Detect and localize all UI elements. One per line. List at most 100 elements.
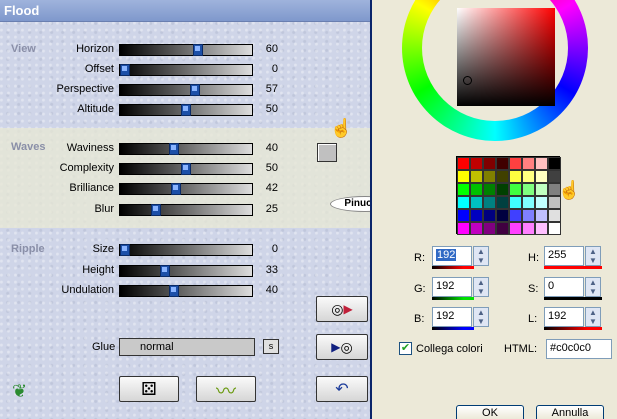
- slider-label-undulation: Undulation: [61, 284, 114, 296]
- b-spinner[interactable]: ▲ ▼: [473, 307, 489, 327]
- slider-thumb-offset[interactable]: [120, 64, 130, 76]
- r-input[interactable]: 192: [432, 246, 472, 266]
- r-spinner[interactable]: ▲ ▼: [473, 246, 489, 266]
- slider-thumb-complexity[interactable]: [181, 163, 191, 175]
- r-label: R:: [414, 252, 425, 264]
- slider-thumb-size[interactable]: [120, 244, 130, 256]
- random-dice-button[interactable]: ⚄: [119, 376, 179, 402]
- slider-track-offset[interactable]: [119, 64, 253, 76]
- palette-swatch[interactable]: [457, 209, 470, 222]
- slider-thumb-waviness[interactable]: [169, 143, 179, 155]
- g-input[interactable]: 192: [432, 277, 472, 297]
- r-value: 192: [436, 249, 457, 261]
- palette-swatch[interactable]: [496, 170, 509, 183]
- slider-track-blur[interactable]: [119, 204, 253, 216]
- color-selector-ring[interactable]: [463, 76, 472, 85]
- palette-swatch[interactable]: [483, 183, 496, 196]
- s-bar: [544, 297, 602, 300]
- slider-track-height[interactable]: [119, 265, 253, 277]
- saturation-lightness-square[interactable]: [457, 8, 555, 106]
- palette-swatch[interactable]: [470, 170, 483, 183]
- palette-swatch[interactable]: [535, 157, 548, 170]
- palette-swatch[interactable]: [457, 170, 470, 183]
- palette-swatch[interactable]: [509, 170, 522, 183]
- palette-swatch[interactable]: [470, 209, 483, 222]
- palette-swatch[interactable]: [522, 183, 535, 196]
- flood-color-swatch[interactable]: [317, 143, 337, 162]
- g-spinner[interactable]: ▲ ▼: [473, 277, 489, 297]
- palette-swatch[interactable]: [496, 196, 509, 209]
- h-spinner[interactable]: ▲ ▼: [585, 246, 601, 266]
- play-back-button[interactable]: ▶ ◎: [316, 334, 368, 360]
- palette-swatch[interactable]: [509, 183, 522, 196]
- slider-thumb-horizon[interactable]: [193, 44, 203, 56]
- slider-track-altitude[interactable]: [119, 104, 253, 116]
- slider-row-brilliance: Brilliance 42: [0, 181, 300, 197]
- palette-swatch[interactable]: [470, 222, 483, 235]
- slider-thumb-blur[interactable]: [151, 204, 161, 216]
- palette-swatch[interactable]: [483, 196, 496, 209]
- slider-track-complexity[interactable]: [119, 163, 253, 175]
- palette-swatch[interactable]: [496, 157, 509, 170]
- palette-swatch[interactable]: [470, 183, 483, 196]
- undo-button[interactable]: ↶: [316, 376, 368, 402]
- play-forward-button[interactable]: ◎ ▶: [316, 296, 368, 322]
- palette-swatch[interactable]: [483, 170, 496, 183]
- palette-swatch[interactable]: [457, 222, 470, 235]
- palette-swatch[interactable]: [522, 157, 535, 170]
- palette-swatch[interactable]: [548, 157, 561, 170]
- l-input[interactable]: 192: [544, 307, 584, 327]
- slider-thumb-height[interactable]: [160, 265, 170, 277]
- palette-swatch[interactable]: [470, 196, 483, 209]
- palette-swatch[interactable]: [548, 209, 561, 222]
- slider-thumb-altitude[interactable]: [181, 104, 191, 116]
- palette-swatch[interactable]: [470, 157, 483, 170]
- palette-swatch[interactable]: [496, 183, 509, 196]
- slider-thumb-brilliance[interactable]: [171, 183, 181, 195]
- palette-swatch[interactable]: [509, 209, 522, 222]
- palette-swatch[interactable]: [535, 196, 548, 209]
- palette-swatch[interactable]: [522, 209, 535, 222]
- wave-preset-button[interactable]: 〰: [196, 376, 256, 403]
- palette-swatch[interactable]: [535, 209, 548, 222]
- slider-thumb-perspective[interactable]: [190, 84, 200, 96]
- palette-swatch[interactable]: [483, 209, 496, 222]
- palette-swatch[interactable]: [483, 222, 496, 235]
- disc-icon: ◎: [340, 338, 353, 355]
- s-input[interactable]: 0: [544, 277, 584, 297]
- palette-swatch[interactable]: [509, 222, 522, 235]
- palette-swatch[interactable]: [535, 222, 548, 235]
- palette-swatch[interactable]: [522, 222, 535, 235]
- palette-swatch[interactable]: [496, 209, 509, 222]
- palette-swatch[interactable]: [522, 196, 535, 209]
- slider-track-waviness[interactable]: [119, 143, 253, 155]
- slider-thumb-undulation[interactable]: [169, 285, 179, 297]
- palette-swatch[interactable]: [535, 170, 548, 183]
- palette-swatch[interactable]: [457, 183, 470, 196]
- palette-swatch[interactable]: [509, 196, 522, 209]
- link-colors-checkbox[interactable]: ✔: [399, 342, 412, 355]
- palette-swatch[interactable]: [457, 157, 470, 170]
- slider-row-blur: Blur 25: [0, 202, 300, 218]
- h-input[interactable]: 255: [544, 246, 584, 266]
- palette-swatch[interactable]: [496, 222, 509, 235]
- l-spinner[interactable]: ▲ ▼: [585, 307, 601, 327]
- palette-swatch[interactable]: [509, 157, 522, 170]
- palette-swatch[interactable]: [522, 170, 535, 183]
- s-spinner[interactable]: ▲ ▼: [585, 277, 601, 297]
- slider-track-perspective[interactable]: [119, 84, 253, 96]
- palette-swatch[interactable]: [483, 157, 496, 170]
- cancel-button[interactable]: Annulla: [536, 405, 604, 419]
- b-input[interactable]: 192: [432, 307, 472, 327]
- html-input[interactable]: #c0c0c0: [546, 339, 612, 359]
- glue-s-button[interactable]: s: [263, 339, 279, 354]
- slider-track-undulation[interactable]: [119, 285, 253, 297]
- glue-select[interactable]: normal: [119, 338, 255, 356]
- palette-swatch[interactable]: [535, 183, 548, 196]
- slider-track-size[interactable]: [119, 244, 253, 256]
- palette-swatch[interactable]: [457, 196, 470, 209]
- palette-swatch[interactable]: [548, 222, 561, 235]
- slider-track-horizon[interactable]: [119, 44, 253, 56]
- ok-button[interactable]: OK: [456, 405, 524, 419]
- slider-track-brilliance[interactable]: [119, 183, 253, 195]
